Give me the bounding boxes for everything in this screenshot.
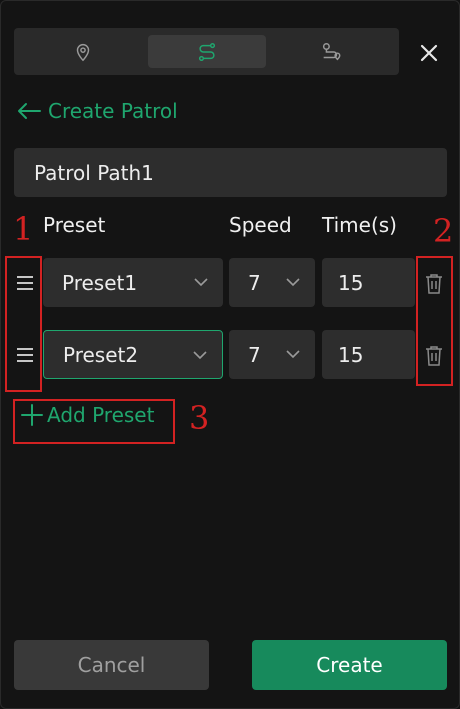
chevron-down-icon xyxy=(194,278,208,287)
preset-select[interactable]: Preset1 xyxy=(43,258,223,307)
view-tab-bar xyxy=(14,28,399,75)
speed-select-value: 7 xyxy=(248,342,261,367)
chevron-down-icon xyxy=(286,350,300,359)
speed-select[interactable]: 7 xyxy=(229,330,315,379)
chevron-down-icon xyxy=(193,351,207,360)
annotation-number-2: 2 xyxy=(433,212,454,250)
time-input[interactable]: 15 xyxy=(322,330,415,379)
column-header-preset: Preset xyxy=(43,213,106,237)
tab-location[interactable] xyxy=(24,35,142,68)
preset-select-value: Preset2 xyxy=(63,342,139,367)
location-pin-icon xyxy=(76,43,90,61)
arrow-left-icon xyxy=(18,103,41,119)
speed-select-value: 7 xyxy=(248,270,261,295)
cancel-button[interactable]: Cancel xyxy=(14,640,209,690)
close-button[interactable] xyxy=(415,39,443,67)
annotation-box-3 xyxy=(13,399,175,444)
speed-select[interactable]: 7 xyxy=(229,258,315,307)
annotation-box-1 xyxy=(5,256,42,392)
annotation-number-1: 1 xyxy=(13,210,34,248)
page-title: Create Patrol xyxy=(48,99,178,123)
patrol-name-input[interactable]: Patrol Path1 xyxy=(14,148,447,197)
chevron-down-icon xyxy=(286,278,300,287)
annotation-number-3: 3 xyxy=(189,399,210,437)
route-icon xyxy=(198,42,216,61)
create-button[interactable]: Create xyxy=(252,640,447,690)
preset-select[interactable]: Preset2 xyxy=(43,330,223,379)
preset-select-value: Preset1 xyxy=(62,270,138,295)
close-icon xyxy=(420,44,438,62)
column-header-time: Time(s) xyxy=(322,213,397,237)
annotation-box-2 xyxy=(416,256,453,386)
create-patrol-panel: Create Patrol Patrol Path1 Preset Speed … xyxy=(0,0,460,709)
tab-patrol-route[interactable] xyxy=(148,35,266,68)
column-header-speed: Speed xyxy=(229,213,292,237)
path-marker-icon xyxy=(322,42,341,60)
back-link[interactable]: Create Patrol xyxy=(16,96,178,126)
time-input[interactable]: 15 xyxy=(322,258,415,307)
tab-path-marker[interactable] xyxy=(272,35,390,68)
